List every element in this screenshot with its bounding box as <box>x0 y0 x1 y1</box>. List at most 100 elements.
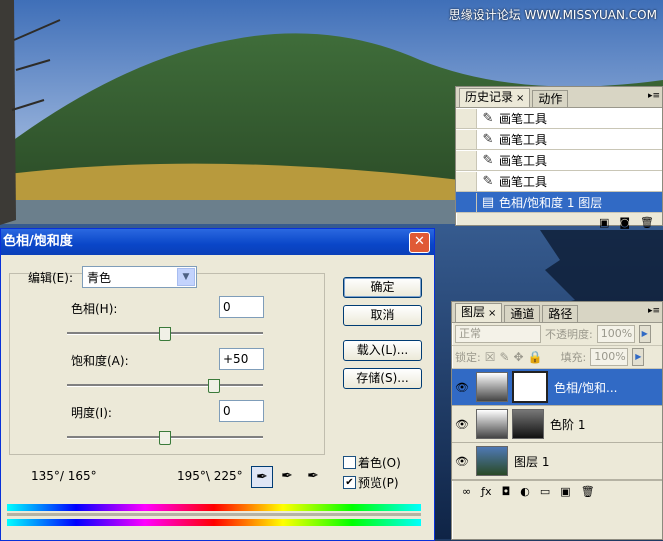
layer-state-icon: ▤ <box>481 194 495 210</box>
edit-select[interactable]: 青色 ▼ <box>82 266 197 288</box>
opacity-input[interactable]: 100% <box>596 325 635 343</box>
cancel-button[interactable]: 取消 <box>343 305 422 326</box>
layer-name: 色阶 1 <box>550 417 586 432</box>
layer-mask-thumbnail[interactable] <box>512 409 544 439</box>
range-start-readout: 135°/ 165° <box>31 469 97 483</box>
panel-menu-icon[interactable]: ▸≡ <box>648 306 660 316</box>
eyedropper-icon[interactable]: ✒ <box>251 466 273 488</box>
layers-panel: 图层 × 通道 路径 ▸≡ 正常 不透明度: 100% ▶ 锁定: ☒ ✎ ✥ 🔒… <box>451 301 663 540</box>
history-item[interactable]: ✎ 画笔工具 <box>456 129 662 150</box>
colorize-checkbox[interactable] <box>343 456 356 469</box>
lock-transparency-icon[interactable]: ☒ <box>485 350 496 364</box>
fill-label: 填充: <box>560 351 587 364</box>
eye-icon[interactable]: 👁 <box>452 455 472 468</box>
save-button[interactable]: 存储(S)... <box>343 368 422 389</box>
adjustment-icon[interactable]: ◐ <box>520 485 530 498</box>
snapshot-checkbox[interactable] <box>456 150 477 170</box>
lock-row: 锁定: ☒ ✎ ✥ 🔒 填充: 100% ▶ <box>452 346 662 369</box>
layer-mask-thumbnail[interactable] <box>512 371 548 403</box>
layer-row[interactable]: 👁 色相/饱和... <box>452 369 662 406</box>
mask-icon[interactable]: ◘ <box>502 485 511 498</box>
close-icon[interactable]: ✕ <box>409 232 430 253</box>
saturation-slider-thumb[interactable] <box>208 379 220 393</box>
eyedropper-plus-icon[interactable]: ✒ <box>277 466 297 486</box>
snapshot-checkbox[interactable] <box>456 171 477 191</box>
adjustment-thumbnail <box>476 372 508 402</box>
brush-icon: ✎ <box>482 152 494 168</box>
opacity-label: 不透明度: <box>545 328 593 341</box>
panel-menu-icon[interactable]: ▸≡ <box>648 91 660 101</box>
eye-icon[interactable]: 👁 <box>452 418 472 431</box>
new-layer-icon[interactable]: ▣ <box>560 485 570 498</box>
tab-history[interactable]: 历史记录 × <box>459 88 531 107</box>
preview-label: 预览(P) <box>358 476 399 490</box>
saturation-input[interactable]: +50 <box>219 348 264 370</box>
saturation-label: 饱和度(A): <box>71 354 129 368</box>
history-state-marker[interactable] <box>456 192 477 212</box>
lock-label: 锁定: <box>455 351 481 364</box>
hue-label: 色相(H): <box>71 302 118 316</box>
opacity-arrow-icon[interactable]: ▶ <box>638 325 651 343</box>
layer-row[interactable]: 👁 色阶 1 <box>452 406 662 443</box>
layer-name: 色相/饱和... <box>554 380 618 395</box>
history-item[interactable]: ✎ 画笔工具 <box>456 108 662 129</box>
range-slider-track[interactable] <box>7 513 421 516</box>
lightness-slider-thumb[interactable] <box>159 431 171 445</box>
hue-saturation-dialog: 色相/饱和度 ✕ 编辑(E): 青色 ▼ 色相(H): 0 饱和度(A): +5… <box>0 228 435 541</box>
image-thumbnail <box>476 446 508 476</box>
lock-image-icon[interactable]: ✎ <box>499 350 509 364</box>
fill-input[interactable]: 100% <box>590 348 629 366</box>
input-spectrum-bar <box>7 504 421 511</box>
layers-tabs: 图层 × 通道 路径 ▸≡ <box>452 302 662 323</box>
history-footer: ▣ ◙ 🗑 <box>456 213 662 231</box>
folder-icon[interactable]: ▭ <box>540 485 550 498</box>
lock-all-icon[interactable]: 🔒 <box>528 350 543 364</box>
link-icon[interactable]: ∞ <box>462 485 471 498</box>
output-spectrum-bar <box>7 519 421 526</box>
brush-icon: ✎ <box>482 131 494 147</box>
new-document-icon[interactable]: ▣ <box>599 216 609 229</box>
history-item-selected[interactable]: ▤ 色相/饱和度 1 图层 <box>456 192 662 213</box>
history-tabs: 历史记录 × 动作 ▸≡ <box>456 87 662 108</box>
close-icon[interactable]: × <box>488 308 496 319</box>
snapshot-icon[interactable]: ◙ <box>619 216 630 229</box>
edit-label: 编辑(E): <box>28 271 73 285</box>
brush-icon: ✎ <box>482 173 494 189</box>
chevron-down-icon[interactable]: ▼ <box>177 268 195 286</box>
snapshot-checkbox[interactable] <box>456 108 477 128</box>
blend-mode-select[interactable]: 正常 <box>455 325 541 343</box>
watermark-text: 思缘设计论坛 WWW.MISSYUAN.COM <box>448 8 657 22</box>
tab-actions[interactable]: 动作 <box>532 90 569 107</box>
fx-icon[interactable]: ƒx <box>481 485 491 498</box>
adjustment-group <box>9 273 325 455</box>
snapshot-checkbox[interactable] <box>456 129 477 149</box>
saturation-slider-track[interactable] <box>67 384 263 387</box>
hue-input[interactable]: 0 <box>219 296 264 318</box>
tab-layers[interactable]: 图层 × <box>455 303 503 322</box>
ok-button[interactable]: 确定 <box>343 277 422 298</box>
dialog-titlebar[interactable]: 色相/饱和度 ✕ <box>1 229 434 255</box>
history-item[interactable]: ✎ 画笔工具 <box>456 171 662 192</box>
tab-paths[interactable]: 路径 <box>542 305 579 322</box>
fill-arrow-icon[interactable]: ▶ <box>632 348 645 366</box>
load-button[interactable]: 载入(L)... <box>343 340 422 361</box>
lock-position-icon[interactable]: ✥ <box>514 350 524 364</box>
trash-icon[interactable]: 🗑 <box>581 485 595 498</box>
lightness-label: 明度(I): <box>71 406 112 420</box>
history-item[interactable]: ✎ 画笔工具 <box>456 150 662 171</box>
brush-icon: ✎ <box>482 110 494 126</box>
close-icon[interactable]: × <box>516 93 524 104</box>
trash-icon[interactable]: 🗑 <box>640 216 654 229</box>
layers-footer: ∞ ƒx ◘ ◐ ▭ ▣ 🗑 <box>452 480 662 501</box>
range-end-readout: 195°\ 225° <box>177 469 243 483</box>
hue-slider-thumb[interactable] <box>159 327 171 341</box>
eyedropper-minus-icon[interactable]: ✒ <box>303 466 323 486</box>
adjustment-thumbnail <box>476 409 508 439</box>
layer-name: 图层 1 <box>514 454 550 469</box>
layer-row[interactable]: 👁 图层 1 <box>452 443 662 480</box>
history-panel: 历史记录 × 动作 ▸≡ ✎ 画笔工具 ✎ 画笔工具 ✎ 画笔工具 ✎ 画笔工具 ▤ 色相/… <box>455 86 663 229</box>
tab-channels[interactable]: 通道 <box>504 305 541 322</box>
lightness-input[interactable]: 0 <box>219 400 264 422</box>
eye-icon[interactable]: 👁 <box>452 381 472 394</box>
preview-checkbox[interactable]: ✔ <box>343 476 356 489</box>
